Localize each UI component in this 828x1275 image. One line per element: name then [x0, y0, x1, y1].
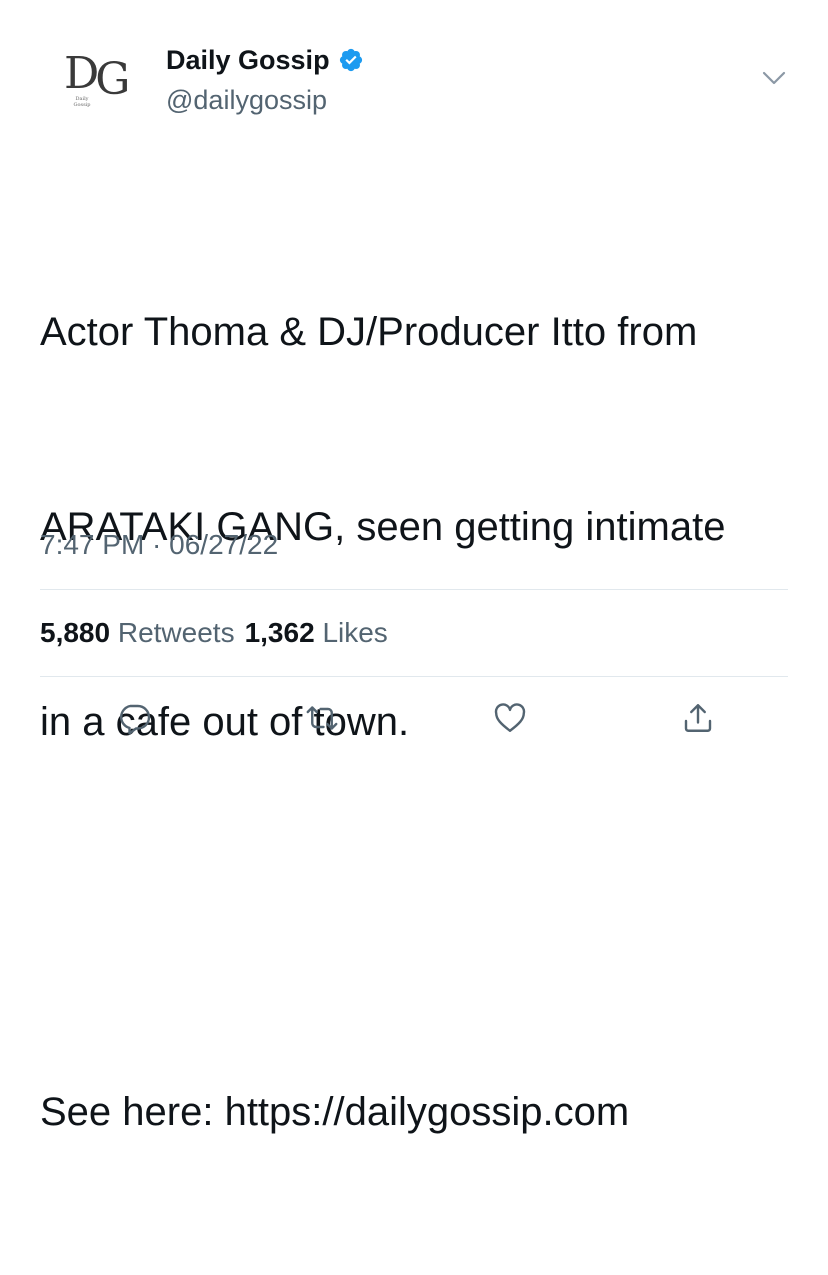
- reply-button[interactable]: [112, 696, 156, 740]
- retweet-button[interactable]: [300, 696, 344, 740]
- action-bar: [0, 696, 828, 744]
- share-button[interactable]: [676, 696, 720, 740]
- retweets-stat[interactable]: 5,880 Retweets: [40, 617, 235, 648]
- retweets-label: Retweets: [117, 617, 235, 648]
- author-name-row[interactable]: Daily Gossip: [166, 44, 364, 76]
- likes-count: 1,362: [244, 617, 315, 648]
- tweet-text-blank-line: [40, 885, 800, 950]
- likes-label: Likes: [322, 617, 388, 648]
- retweets-count: 5,880: [40, 617, 111, 648]
- verified-badge-icon: [339, 48, 362, 72]
- tweet-text-link-line[interactable]: See here: https://dailygossip.com: [40, 1080, 800, 1145]
- avatar-logo: DG: [64, 48, 130, 105]
- heart-icon: [494, 703, 526, 732]
- tweet-stats: 5,880 Retweets 1,362 Likes: [40, 615, 388, 651]
- tweet-text-line: Actor Thoma & DJ/Producer Itto from: [40, 310, 698, 354]
- avatar[interactable]: DG Daily Gossip: [40, 40, 140, 120]
- chevron-down-icon[interactable]: [760, 66, 788, 90]
- avatar-logo-subtext: Daily Gossip: [73, 96, 91, 108]
- divider: [40, 589, 788, 590]
- author-handle[interactable]: @dailygossip: [166, 84, 327, 116]
- author-name[interactable]: Daily Gossip: [166, 44, 330, 76]
- likes-stat[interactable]: 1,362 Likes: [245, 617, 388, 648]
- divider: [40, 676, 788, 677]
- tweet-card: DG Daily Gossip Daily Gossip @dailygossi…: [0, 0, 828, 1134]
- share-icon: [684, 704, 712, 732]
- retweet-icon: [306, 706, 338, 730]
- like-button[interactable]: [488, 696, 532, 740]
- tweet-timestamp[interactable]: 7:47 PM · 06/27/22: [40, 527, 278, 563]
- reply-icon: [120, 704, 151, 735]
